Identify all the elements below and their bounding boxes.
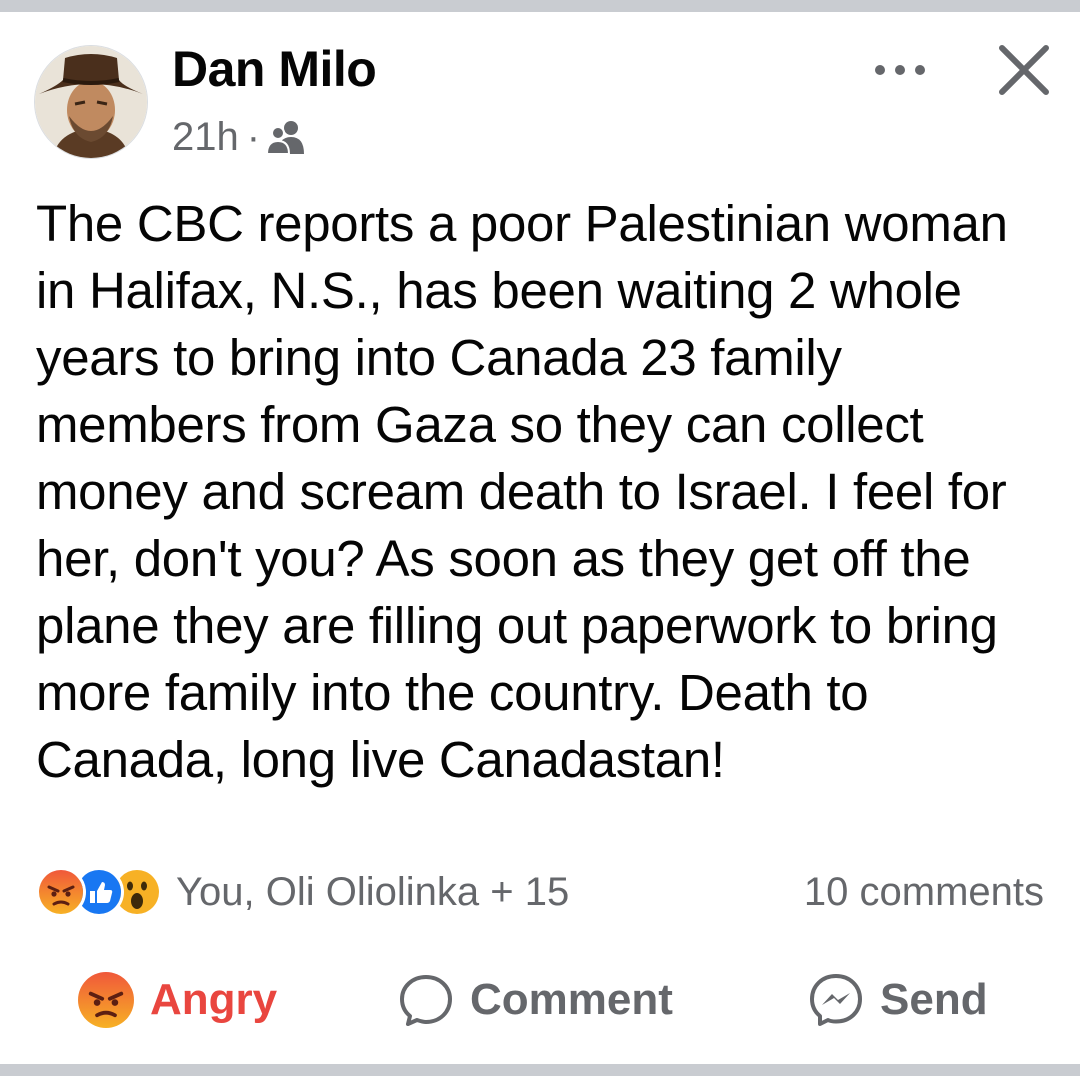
post-time[interactable]: 21h	[172, 115, 239, 160]
top-divider	[0, 0, 1080, 12]
reaction-summary[interactable]: You, Oli Oliolinka + 15	[36, 866, 569, 918]
more-options-button[interactable]	[868, 50, 932, 90]
bottom-divider	[0, 1064, 1080, 1076]
close-icon	[999, 45, 1049, 95]
close-button[interactable]	[994, 40, 1054, 100]
comment-icon	[398, 972, 454, 1028]
comment-count[interactable]: 10 comments	[804, 866, 1044, 918]
post-meta: 21h ·	[172, 114, 306, 160]
angry-icon	[36, 867, 86, 917]
angry-icon	[78, 972, 134, 1028]
reaction-names: You, Oli Oliolinka + 15	[176, 869, 570, 914]
author-name[interactable]: Dan Milo	[172, 40, 377, 98]
messenger-icon	[808, 972, 864, 1028]
post-text: The CBC reports a poor Palestinian woman…	[36, 195, 1008, 788]
action-bar: Angry Comment Send	[0, 960, 1080, 1040]
comment-button[interactable]: Comment	[398, 960, 673, 1040]
avatar[interactable]	[34, 45, 148, 159]
meta-separator: ·	[246, 114, 261, 159]
react-label: Angry	[150, 975, 278, 1024]
reaction-icons	[36, 867, 162, 917]
more-icon	[875, 65, 925, 75]
send-label: Send	[880, 975, 988, 1024]
friends-icon	[266, 120, 306, 154]
send-button[interactable]: Send	[808, 960, 988, 1040]
comment-label: Comment	[470, 975, 673, 1024]
react-button[interactable]: Angry	[78, 960, 277, 1040]
